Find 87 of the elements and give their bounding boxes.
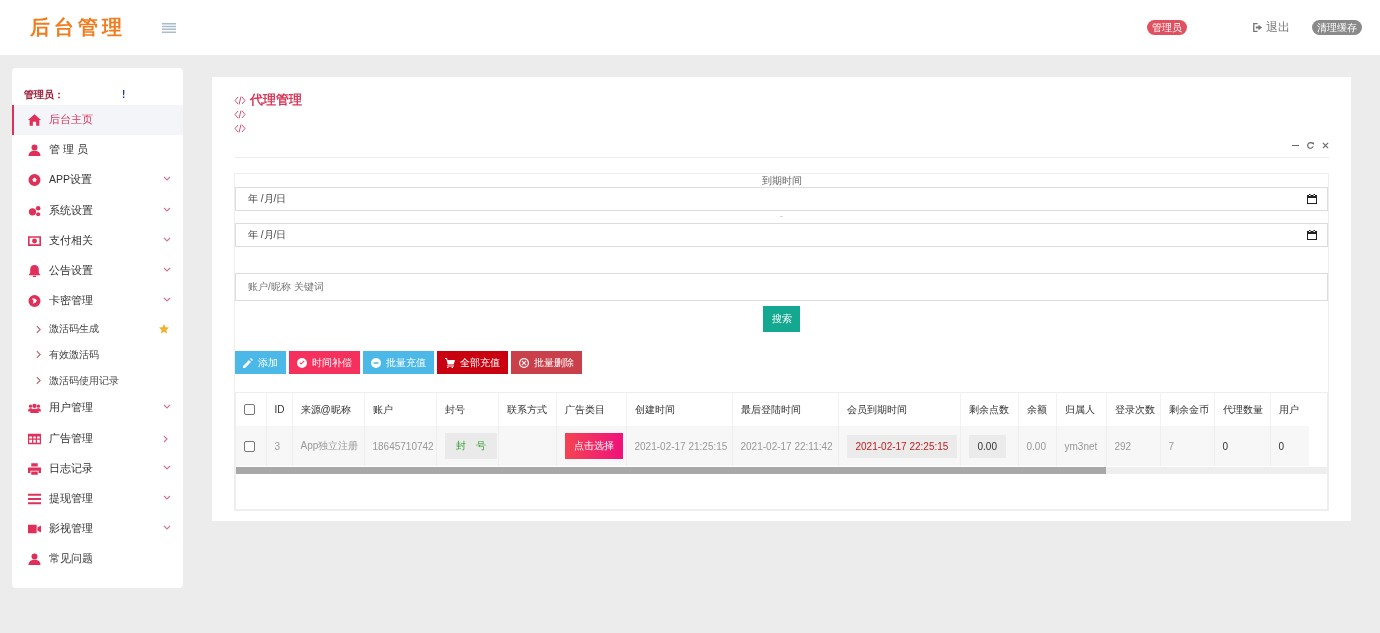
column-header: 来源@昵称 bbox=[300, 403, 351, 415]
calendar-icon[interactable] bbox=[1307, 194, 1317, 204]
table-cell: 2021-02-17 21:25:15 bbox=[634, 440, 728, 452]
points-badge: 0.00 bbox=[968, 434, 1006, 458]
cart-icon bbox=[445, 357, 455, 368]
column-header: 余额 bbox=[1026, 403, 1047, 415]
sidebar-subitem[interactable]: 激活码使用记录 bbox=[12, 367, 183, 394]
sidebar-item[interactable]: 支付相关 bbox=[12, 225, 183, 256]
chevron-icon bbox=[36, 324, 41, 334]
column-header: 创建时间 bbox=[634, 403, 675, 415]
page-title: 代理管理 bbox=[250, 91, 302, 109]
logout-link[interactable]: 退出 bbox=[1253, 19, 1290, 36]
table-cell: 2021-02-17 22:11:42 bbox=[740, 440, 833, 452]
date-field[interactable]: 年 /月/日 bbox=[235, 223, 1328, 247]
column-header: 代理数量 bbox=[1222, 403, 1263, 415]
calendar-icon[interactable] bbox=[1307, 230, 1317, 240]
table-cell: 0.00 bbox=[1026, 440, 1046, 452]
sidebar-item[interactable]: 日志记录 bbox=[12, 453, 183, 484]
column-header: 登录次数 bbox=[1114, 403, 1155, 415]
app-logo: 后台管理 bbox=[30, 14, 126, 41]
table-cell: 0 bbox=[1222, 440, 1229, 452]
sidebar-item[interactable]: 管 理 员 bbox=[12, 135, 183, 166]
sidebar-item[interactable]: 公告设置 bbox=[12, 255, 183, 287]
logout-icon bbox=[1253, 23, 1264, 32]
keyword-field[interactable]: 账户/昵称 关键词 bbox=[235, 273, 1328, 301]
action-button[interactable]: 批量删除 bbox=[511, 351, 582, 374]
table-cell: ym3net bbox=[1064, 440, 1098, 452]
column-header: 联系方式 bbox=[506, 403, 547, 415]
close-icon[interactable] bbox=[1322, 141, 1329, 149]
bell-icon bbox=[28, 265, 41, 278]
scrollbar-thumb[interactable] bbox=[236, 467, 1106, 474]
status-tag: 封 号 bbox=[444, 433, 497, 459]
refresh-icon[interactable] bbox=[1307, 141, 1314, 149]
chevron-icon bbox=[36, 350, 41, 360]
sidebar-item[interactable]: 用户管理 bbox=[12, 393, 183, 424]
expiry-badge: 2021-02-17 22:25:15 bbox=[846, 434, 958, 458]
table-cell: App独立注册 bbox=[300, 440, 359, 451]
checkbox[interactable] bbox=[244, 440, 255, 452]
video-camera-icon bbox=[28, 523, 41, 536]
table-cell: 7 bbox=[1168, 440, 1175, 452]
table-icon bbox=[28, 432, 41, 445]
pencil-icon bbox=[243, 357, 253, 368]
admin-greeting: 管理员： bbox=[24, 87, 64, 102]
action-button[interactable]: 时间补偿 bbox=[289, 351, 360, 374]
table-cell: 18645710742 bbox=[372, 440, 434, 452]
users-icon bbox=[28, 402, 41, 415]
column-header: 归属人 bbox=[1064, 403, 1095, 415]
code-icon bbox=[234, 123, 246, 133]
date-field[interactable]: 年 /月/日 bbox=[235, 187, 1328, 211]
sidebar-item[interactable]: 常见问题 bbox=[12, 544, 183, 575]
sidebar-item[interactable]: 广告管理 bbox=[12, 423, 183, 454]
list-icon bbox=[28, 493, 41, 506]
table-cell: 3 bbox=[274, 440, 281, 452]
action-button[interactable]: 全部充值 bbox=[437, 351, 508, 374]
column-header: 最后登陆时间 bbox=[740, 403, 801, 415]
user-icon bbox=[28, 553, 41, 566]
code-icon bbox=[234, 109, 246, 119]
column-header: 用户 bbox=[1278, 403, 1299, 415]
greeting-mark: ! bbox=[122, 89, 126, 100]
chevron-icon bbox=[36, 376, 41, 386]
printer-icon bbox=[28, 462, 41, 475]
sidebar-item[interactable]: 提现管理 bbox=[12, 483, 183, 515]
column-header: 会员到期时间 bbox=[846, 403, 907, 415]
sidebar-item[interactable]: 后台主页 bbox=[12, 105, 183, 136]
column-header: 封号 bbox=[444, 403, 465, 415]
sidebar-item[interactable]: APP设置 bbox=[12, 165, 183, 196]
home-icon bbox=[28, 114, 41, 127]
scrollbar[interactable] bbox=[236, 467, 1327, 474]
column-header: 账户 bbox=[372, 403, 393, 415]
code-icon bbox=[234, 95, 246, 105]
user-icon bbox=[28, 144, 41, 157]
sidebar-item[interactable]: 卡密管理 bbox=[12, 286, 183, 317]
sidebar-item[interactable]: 系统设置 bbox=[12, 195, 183, 226]
banknote-icon bbox=[28, 234, 41, 247]
column-header: 剩余点数 bbox=[968, 403, 1009, 415]
sidebar-subitem[interactable]: 有效激活码 bbox=[12, 342, 183, 368]
field-label: 到期时间 bbox=[760, 174, 803, 187]
select-button[interactable]: 点击选择 bbox=[564, 433, 623, 459]
column-header: ID bbox=[274, 404, 285, 415]
checkbox[interactable] bbox=[244, 404, 255, 415]
column-header: 剩余金币 bbox=[1168, 403, 1209, 415]
table-cell: 292 bbox=[1114, 440, 1132, 452]
sidebar-item[interactable]: 影视管理 bbox=[12, 514, 183, 545]
table-cell: 0 bbox=[1278, 440, 1285, 452]
sidebar-subitem[interactable]: 激活码生成 bbox=[12, 316, 183, 342]
role-badge: 管理员 bbox=[1147, 20, 1187, 35]
column-header: 广告类目 bbox=[564, 403, 605, 415]
